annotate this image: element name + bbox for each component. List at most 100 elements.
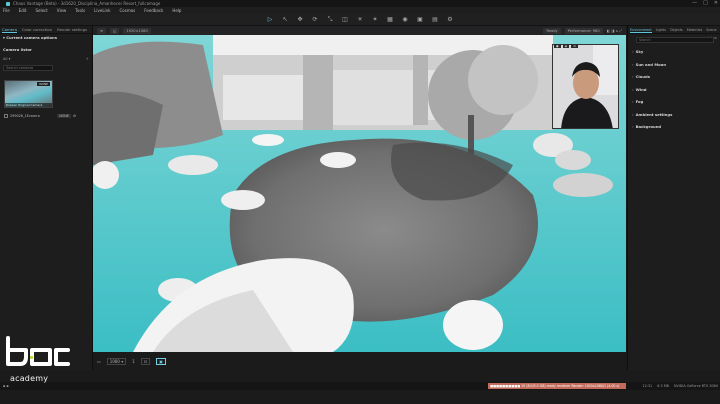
section-current-camera[interactable]: ▾ Current camera options bbox=[0, 34, 92, 42]
section-fog[interactable]: › Fog bbox=[628, 96, 720, 109]
scene-render bbox=[93, 35, 626, 352]
camera-icon[interactable]: ◫ bbox=[341, 16, 349, 23]
camera-checkbox[interactable] bbox=[4, 113, 8, 118]
chevron-right-icon: › bbox=[632, 61, 634, 67]
tab-scene-states[interactable]: Scene states bbox=[706, 26, 720, 40]
title-bar: Chaos Vantage (Beta) - 3d1620_Disciplina… bbox=[0, 0, 720, 7]
presenter-image bbox=[553, 45, 618, 128]
minimize-icon[interactable]: — bbox=[692, 0, 697, 7]
sequence-icon[interactable]: ▤ bbox=[431, 16, 439, 23]
move-icon[interactable]: ✥ bbox=[296, 16, 304, 23]
camera-caption: Drawer Original Camera bbox=[5, 103, 52, 107]
maximize-icon[interactable]: □ bbox=[703, 0, 708, 7]
menu-feedback[interactable]: Feedback bbox=[144, 7, 163, 14]
app-icon bbox=[6, 1, 10, 6]
menu-livelink[interactable]: LiveLink bbox=[94, 7, 110, 14]
webcam-settings-icon[interactable]: ⚙ bbox=[571, 44, 578, 48]
tab-materials[interactable]: Materials bbox=[687, 26, 703, 33]
performance-mode[interactable]: Performance: 960 bbox=[564, 27, 603, 34]
window-title: Chaos Vantage (Beta) - 3d1620_Disciplina… bbox=[13, 1, 161, 6]
camera-item-value[interactable]: NONE bbox=[57, 113, 71, 118]
scale-icon[interactable]: ⤡ bbox=[326, 16, 334, 24]
right-panel: Environment Lights Objects Materials Sce… bbox=[627, 26, 720, 370]
environment-search-input[interactable] bbox=[636, 37, 714, 43]
section-clouds-label: Clouds bbox=[635, 74, 650, 79]
tab-lights[interactable]: Lights bbox=[656, 26, 666, 33]
chevron-right-icon: › bbox=[632, 74, 634, 79]
camera-thumbnail[interactable]: NONE Drawer Original Camera bbox=[4, 80, 53, 108]
play-icon[interactable]: ▷ bbox=[266, 16, 274, 23]
filter-dropdown[interactable]: All ▾ bbox=[3, 57, 10, 61]
filter-label: All bbox=[3, 57, 8, 61]
overlay-button[interactable]: ▣ bbox=[156, 357, 166, 365]
camera-options-icon[interactable]: ⚙ bbox=[73, 114, 76, 118]
snapshot-icon[interactable]: ▣ bbox=[416, 16, 424, 23]
camera-search-input[interactable] bbox=[3, 65, 53, 71]
settings-icon[interactable]: ⚙ bbox=[446, 16, 454, 23]
zoom-value: 1 bbox=[132, 358, 135, 364]
camera-item-label: 299026_1Ecamra bbox=[10, 113, 40, 118]
viewport-header: ≡ ◱ 1920×1080 Ready Performance: 960 ◧ ◨… bbox=[93, 26, 626, 35]
camera-badge: NONE bbox=[37, 82, 50, 86]
section-sun-moon[interactable]: › Sun and Moon bbox=[628, 59, 720, 72]
close-icon[interactable]: ✕ bbox=[714, 0, 718, 7]
status-bar: ▪ ▪ ■■■■■■■■■■ 10 (8:0/5.0 GB) ready ren… bbox=[0, 382, 720, 390]
left-tab-bar: Camera Color correction Render settings bbox=[0, 26, 92, 34]
section-current-camera-label: Current camera options bbox=[6, 35, 57, 40]
safe-frame-button[interactable]: ⊡ bbox=[140, 357, 151, 365]
rotate-icon[interactable]: ⟳ bbox=[311, 16, 319, 23]
status-time: 12:31 bbox=[642, 384, 653, 388]
tab-camera[interactable]: Camera bbox=[2, 26, 17, 33]
menu-select[interactable]: Select bbox=[35, 7, 47, 14]
section-background[interactable]: › Background bbox=[628, 121, 720, 134]
status-memory: 6.3 MB bbox=[657, 384, 669, 388]
chevron-right-icon: › bbox=[632, 124, 634, 129]
left-panel: Camera Color correction Render settings … bbox=[0, 26, 93, 370]
frame-icon[interactable]: ▭ bbox=[97, 359, 101, 364]
academy-wordmark: academy bbox=[10, 374, 49, 383]
render-progress-text: ■■■■■■■■■■ 10 (8:0/5.0 GB) ready rendere… bbox=[490, 384, 620, 388]
section-ambient-label: Ambient settings bbox=[635, 111, 673, 117]
window-controls: — □ ✕ bbox=[692, 0, 718, 7]
tab-objects[interactable]: Objects bbox=[670, 26, 683, 33]
status-gpu: NVIDIA GeForce RTX 3060 bbox=[673, 384, 718, 388]
section-camera-list-label: Camera listor bbox=[3, 47, 32, 52]
section-sky-label: Sky bbox=[635, 49, 644, 54]
menu-view[interactable]: View bbox=[57, 7, 67, 14]
section-wind[interactable]: › Wind bbox=[628, 84, 720, 97]
menu-help[interactable]: Help bbox=[172, 7, 181, 14]
menu-tools[interactable]: Tools bbox=[75, 7, 85, 14]
add-camera-icon[interactable]: ＋ bbox=[85, 57, 89, 62]
section-wind-label: Wind bbox=[635, 86, 647, 92]
section-ambient-settings[interactable]: › Ambient settings bbox=[628, 109, 720, 122]
render-icon[interactable]: ◉ bbox=[401, 16, 409, 23]
viewport-menu-button[interactable]: ≡ bbox=[97, 27, 107, 34]
viewport-tools[interactable]: ◧ ◨ ⌂ ⤢ bbox=[607, 29, 622, 33]
section-fog-label: Fog bbox=[635, 99, 644, 104]
webcam-record-icon[interactable]: ● bbox=[554, 44, 561, 48]
webcam-mic-icon[interactable]: ◉ bbox=[562, 44, 570, 48]
select-icon[interactable]: ↖ bbox=[281, 16, 289, 23]
section-sky[interactable]: › Sky bbox=[628, 46, 720, 59]
grid-icon[interactable]: ▦ bbox=[386, 16, 394, 23]
resolution-dropdown[interactable]: 1920×1080 bbox=[123, 27, 151, 34]
tab-color-correction[interactable]: Color correction bbox=[22, 26, 52, 33]
viewport-footer: ▭ 1080 ▾ 1 ⊡ ▣ bbox=[93, 352, 626, 370]
viewport-layout-button[interactable]: ◱ bbox=[110, 27, 120, 34]
menu-edit[interactable]: Edit bbox=[19, 7, 27, 14]
section-sun-moon-label: Sun and Moon bbox=[635, 61, 667, 67]
frame-dropdown[interactable]: 1080 ▾ bbox=[106, 357, 127, 365]
render-viewport[interactable] bbox=[93, 35, 626, 352]
camera-list-item[interactable]: 299026_1Ecamra NONE ⚙ bbox=[4, 112, 76, 119]
menu-cosmos[interactable]: Cosmos bbox=[120, 7, 136, 14]
sun-icon[interactable]: ✶ bbox=[371, 16, 379, 23]
tab-environment[interactable]: Environment bbox=[630, 26, 652, 33]
camera-filter-row: All ▾ ＋ bbox=[3, 56, 89, 62]
section-background-label: Background bbox=[635, 124, 662, 129]
menu-bar: File Edit Select View Tools LiveLink Cos… bbox=[0, 7, 720, 14]
menu-file[interactable]: File bbox=[3, 7, 10, 14]
tab-render-settings[interactable]: Render settings bbox=[57, 26, 87, 33]
section-clouds[interactable]: › Clouds bbox=[628, 71, 720, 84]
main-toolbar: ▷ ↖ ✥ ⟳ ⤡ ◫ ☀ ✶ ▦ ◉ ▣ ▤ ⚙ bbox=[0, 14, 720, 26]
light-icon[interactable]: ☀ bbox=[356, 16, 364, 23]
